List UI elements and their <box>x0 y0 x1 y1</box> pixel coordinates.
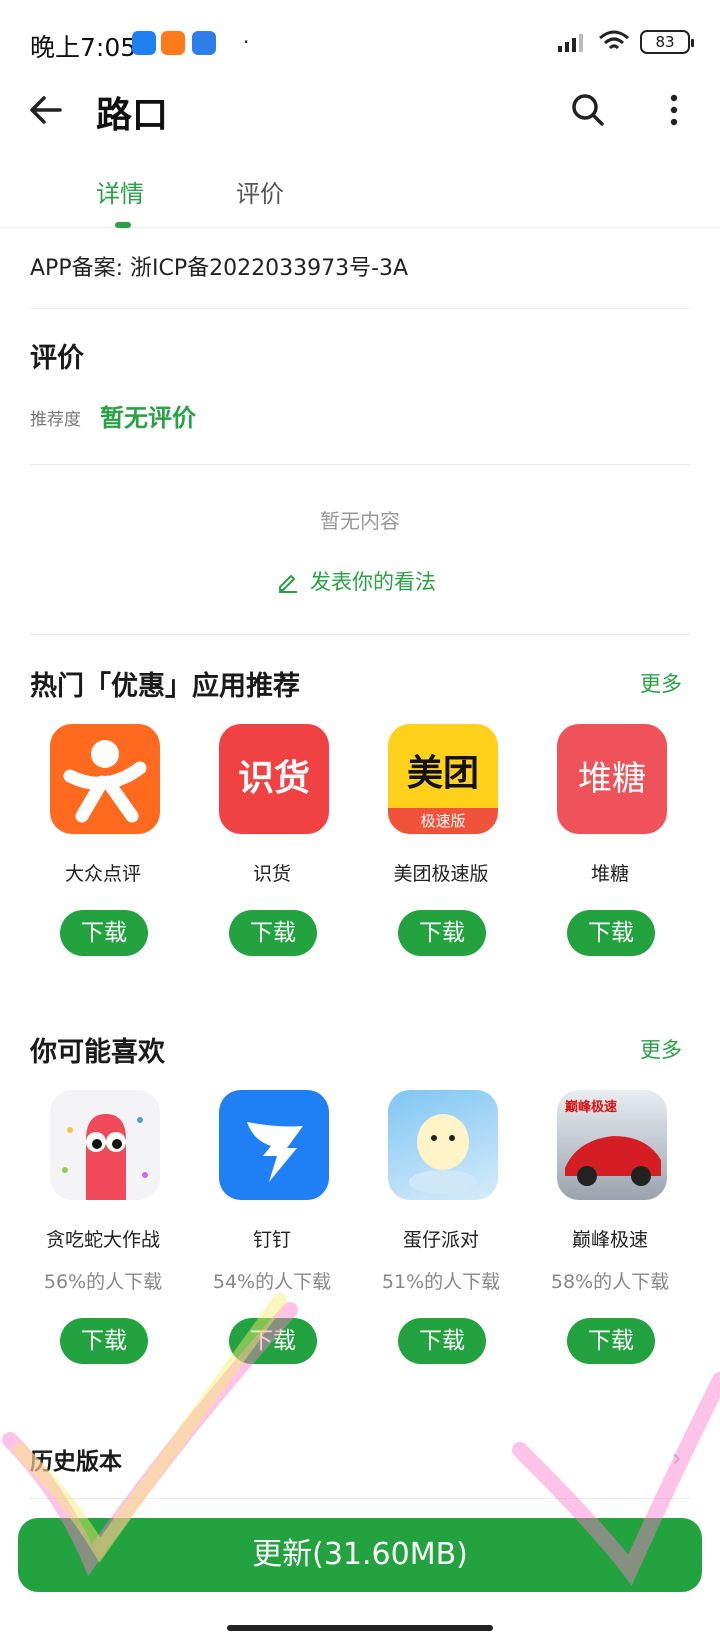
tab-indicator <box>115 222 131 228</box>
tab-reviews[interactable]: 评价 <box>236 174 284 209</box>
hot-section-title: 热门「优惠」应用推荐 <box>30 671 300 702</box>
download-button[interactable]: 下载 <box>229 1318 317 1364</box>
download-button[interactable]: 下载 <box>567 1318 655 1364</box>
download-percent: 56%的人下载 <box>43 1271 163 1293</box>
dianping-app-icon[interactable] <box>50 724 160 834</box>
chevron-right-icon[interactable]: › <box>672 1444 682 1472</box>
download-button[interactable]: 下载 <box>398 910 486 956</box>
download-button[interactable]: 下载 <box>567 910 655 956</box>
app-header: 路口 <box>0 78 720 148</box>
status-bar: 晚上7:05 · 83 <box>0 0 720 90</box>
download-percent: 51%的人下载 <box>381 1271 501 1293</box>
home-indicator[interactable] <box>227 1625 493 1631</box>
dingtalk-wing-icon <box>247 1122 303 1182</box>
divider <box>30 464 690 465</box>
download-button[interactable]: 下载 <box>229 910 317 956</box>
download-button[interactable]: 下载 <box>60 910 148 956</box>
icp-record: APP备案: 浙ICP备2022033973号-3A <box>30 256 409 281</box>
write-review-button[interactable]: 发表你的看法 <box>276 566 436 596</box>
download-percent: 54%的人下载 <box>212 1271 332 1293</box>
taobao-notification-icon <box>161 31 185 55</box>
notification-app-icon <box>132 31 156 55</box>
meituan-sub-badge: 极速版 <box>388 808 498 834</box>
tab-details[interactable]: 详情 <box>96 174 144 209</box>
update-button[interactable]: 更新(31.60MB) <box>18 1518 702 1592</box>
search-icon[interactable] <box>568 90 608 130</box>
app-name: 蛋仔派对 <box>402 1229 479 1251</box>
write-review-label: 发表你的看法 <box>310 570 436 594</box>
divider <box>30 308 690 309</box>
racing-icon-text: 巅峰极速 <box>565 1100 618 1115</box>
meituan-app-icon[interactable]: 美团 极速版 <box>388 724 498 834</box>
signal-icon <box>558 34 583 52</box>
duitang-icon-text: 堆糖 <box>578 759 646 799</box>
recommend-label: 推荐度 <box>30 410 81 430</box>
reviews-title: 评价 <box>30 343 84 374</box>
recommend-value: 暂无评价 <box>100 404 196 432</box>
dingtalk-app-icon[interactable] <box>219 1090 329 1200</box>
duitang-app-icon[interactable]: 堆糖 <box>557 724 667 834</box>
pencil-icon <box>279 575 297 593</box>
empty-reviews-text: 暂无内容 <box>320 509 400 533</box>
app-name: 大众点评 <box>64 863 141 885</box>
racing-game-app-icon[interactable]: 巅峰极速 <box>557 1090 667 1200</box>
page-title: 路口 <box>96 95 169 136</box>
tab-bar: 详情 评价 <box>0 160 720 228</box>
app-name: 巅峰极速 <box>571 1229 648 1251</box>
app-name: 钉钉 <box>252 1229 291 1251</box>
app-name: 堆糖 <box>590 863 629 885</box>
app-name: 识货 <box>252 863 291 885</box>
like-more-link[interactable]: 更多 <box>640 1034 682 1064</box>
app-name: 贪吃蛇大作战 <box>45 1229 160 1251</box>
status-dot: · <box>243 30 250 54</box>
snake-character-icon <box>62 1114 148 1200</box>
history-versions-label[interactable]: 历史版本 <box>30 1442 122 1476</box>
eggy-character-icon <box>409 1114 477 1194</box>
battery-indicator: 83 <box>640 30 694 54</box>
app-name: 美团极速版 <box>393 863 489 885</box>
download-button[interactable]: 下载 <box>398 1318 486 1364</box>
wifi-icon <box>599 30 629 50</box>
snake-game-app-icon[interactable] <box>50 1090 160 1200</box>
eggy-party-app-icon[interactable] <box>388 1090 498 1200</box>
divider <box>30 1498 690 1499</box>
status-right: 83 <box>556 30 694 54</box>
like-section-title: 你可能喜欢 <box>30 1037 165 1068</box>
back-arrow-icon[interactable] <box>26 90 66 130</box>
dianping-logo-icon <box>63 740 147 823</box>
divider <box>30 634 690 635</box>
notification-app-icon-2 <box>192 31 216 55</box>
download-percent: 58%的人下载 <box>550 1271 670 1293</box>
shihuo-app-icon[interactable]: 识货 <box>219 724 329 834</box>
hot-more-link[interactable]: 更多 <box>640 668 682 698</box>
download-button[interactable]: 下载 <box>60 1318 148 1364</box>
status-time: 晚上7:05 <box>30 33 137 62</box>
more-options-icon[interactable] <box>660 90 688 130</box>
meituan-icon-text: 美团 <box>406 753 479 794</box>
shihuo-icon-text: 识货 <box>237 758 310 799</box>
